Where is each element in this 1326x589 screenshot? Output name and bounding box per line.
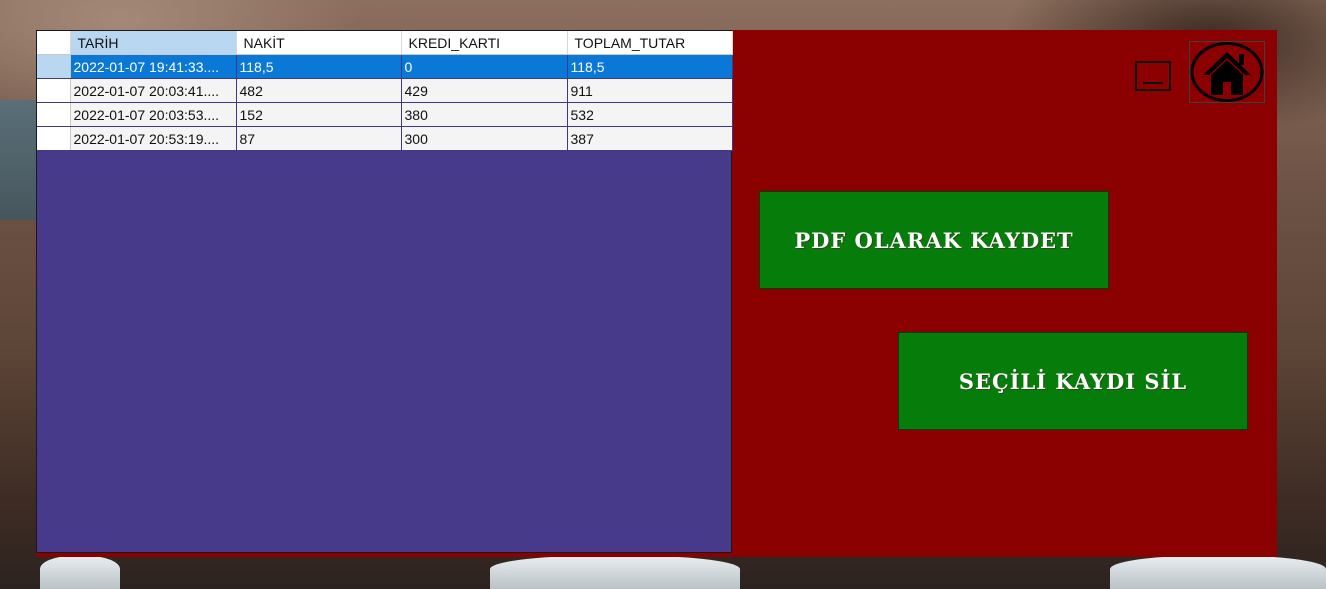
row-header[interactable] xyxy=(37,126,71,151)
background-foam-center xyxy=(490,556,740,589)
save-pdf-button[interactable]: PDF OLARAK KAYDET xyxy=(759,191,1109,289)
cell-nakit[interactable]: 87 xyxy=(236,126,402,151)
cell-tarih[interactable]: 2022-01-07 20:03:53.... xyxy=(70,102,237,127)
home-button[interactable] xyxy=(1189,41,1265,103)
cell-tarih[interactable]: 2022-01-07 19:41:33.... xyxy=(70,54,237,79)
cell-nakit[interactable]: 118,5 xyxy=(236,54,402,79)
cell-toplam-tutar[interactable]: 532 xyxy=(567,102,733,127)
cell-kredi-karti[interactable]: 429 xyxy=(401,78,568,103)
table-row[interactable]: 2022-01-07 20:03:41.... 482 429 911 xyxy=(37,78,733,103)
column-header-kredi-karti[interactable]: KREDI_KARTI xyxy=(401,31,568,55)
home-icon xyxy=(1190,42,1264,102)
app-window: TARİH NAKİT KREDI_KARTI TOPLAM_TUTAR 202… xyxy=(36,30,1277,557)
cell-nakit[interactable]: 482 xyxy=(236,78,402,103)
row-header[interactable] xyxy=(37,78,71,103)
records-table: TARİH NAKİT KREDI_KARTI TOPLAM_TUTAR 202… xyxy=(37,31,733,151)
grid-corner-cell[interactable] xyxy=(37,31,71,55)
cell-nakit[interactable]: 152 xyxy=(236,102,402,127)
minimize-icon xyxy=(1143,82,1163,84)
grid-header-row: TARİH NAKİT KREDI_KARTI TOPLAM_TUTAR xyxy=(37,31,733,55)
cell-toplam-tutar[interactable]: 911 xyxy=(567,78,733,103)
cell-kredi-karti[interactable]: 380 xyxy=(401,102,568,127)
table-row[interactable]: 2022-01-07 20:53:19.... 87 300 387 xyxy=(37,126,733,151)
row-header[interactable] xyxy=(37,54,71,79)
delete-selected-button[interactable]: SEÇİLİ KAYDI SİL xyxy=(898,332,1248,430)
background-foam-left xyxy=(40,556,120,589)
cell-kredi-karti[interactable]: 0 xyxy=(401,54,568,79)
cell-toplam-tutar[interactable]: 387 xyxy=(567,126,733,151)
table-row[interactable]: 2022-01-07 19:41:33.... 118,5 0 118,5 xyxy=(37,54,733,79)
cell-toplam-tutar[interactable]: 118,5 xyxy=(567,54,733,79)
row-header[interactable] xyxy=(37,102,71,127)
column-header-toplam-tutar[interactable]: TOPLAM_TUTAR xyxy=(567,31,733,55)
column-header-nakit[interactable]: NAKİT xyxy=(236,31,402,55)
table-row[interactable]: 2022-01-07 20:03:53.... 152 380 532 xyxy=(37,102,733,127)
background-water xyxy=(0,100,40,220)
cell-tarih[interactable]: 2022-01-07 20:53:19.... xyxy=(70,126,237,151)
column-header-tarih[interactable]: TARİH xyxy=(70,31,237,55)
background-foam-right xyxy=(1110,556,1326,589)
cell-tarih[interactable]: 2022-01-07 20:03:41.... xyxy=(70,78,237,103)
records-grid[interactable]: TARİH NAKİT KREDI_KARTI TOPLAM_TUTAR 202… xyxy=(36,30,733,553)
minimize-button[interactable] xyxy=(1135,61,1171,91)
cell-kredi-karti[interactable]: 300 xyxy=(401,126,568,151)
